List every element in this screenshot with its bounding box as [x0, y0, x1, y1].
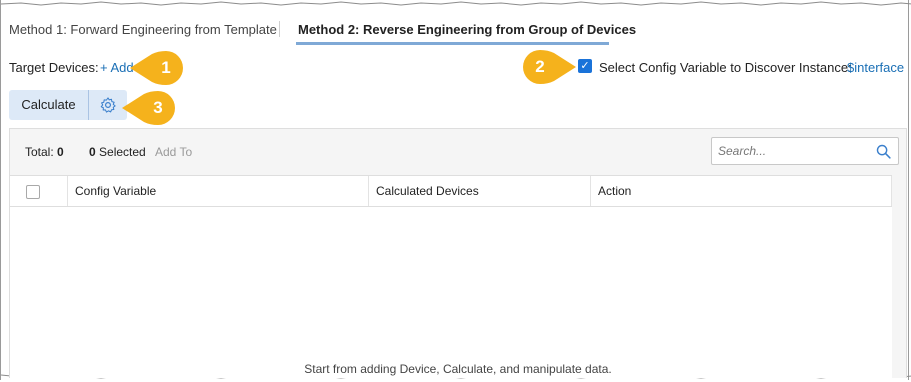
- selected-label: Selected: [99, 145, 146, 159]
- calculate-button-group: Calculate: [9, 90, 127, 120]
- callout-badge-3: 3: [120, 90, 178, 126]
- callout-badge-1: 1: [128, 50, 186, 86]
- active-tab-indicator: [296, 42, 609, 45]
- column-header-action[interactable]: Action: [591, 176, 892, 206]
- gear-icon: [100, 97, 116, 113]
- header-select-cell: [10, 176, 68, 206]
- target-devices-label: Target Devices:: [9, 60, 99, 75]
- callout-number-1: 1: [161, 58, 171, 77]
- results-table: Config Variable Calculated Devices Actio…: [10, 175, 892, 378]
- table-header: Config Variable Calculated Devices Actio…: [10, 176, 892, 207]
- select-all-checkbox[interactable]: [26, 185, 40, 199]
- page-frame: Method 1: Forward Engineering from Templ…: [0, 0, 911, 380]
- empty-table-message: Start from adding Device, Calculate, and…: [304, 362, 612, 376]
- column-header-calculated-devices[interactable]: Calculated Devices: [369, 176, 591, 206]
- table-scrollbar[interactable]: [892, 175, 906, 378]
- total-label: Total:: [25, 145, 54, 159]
- calculate-button[interactable]: Calculate: [9, 90, 89, 120]
- selected-value: 0: [89, 145, 96, 159]
- torn-top-edge: [1, 1, 911, 6]
- selected-count: 0 Selected: [89, 145, 146, 159]
- total-value: 0: [57, 145, 64, 159]
- results-panel: Total: 0 0 Selected Add To Config Variab…: [9, 128, 907, 378]
- add-to-button[interactable]: Add To: [155, 145, 192, 159]
- search-icon[interactable]: [875, 143, 892, 160]
- config-variable-value-link[interactable]: $interface: [847, 60, 904, 75]
- tab-forward-engineering[interactable]: Method 1: Forward Engineering from Templ…: [9, 22, 277, 37]
- tab-reverse-engineering[interactable]: Method 2: Reverse Engineering from Group…: [298, 22, 636, 37]
- column-header-config-variable[interactable]: Config Variable: [68, 176, 369, 206]
- search-box: [711, 137, 899, 165]
- config-variable-checkbox[interactable]: ✓: [578, 59, 592, 73]
- callout-number-2: 2: [535, 57, 545, 76]
- config-variable-label: Select Config Variable to Discover Insta…: [599, 60, 852, 75]
- callout-number-3: 3: [153, 98, 163, 117]
- tab-divider: [279, 21, 280, 37]
- total-count: Total: 0: [25, 145, 64, 159]
- search-input[interactable]: [712, 138, 884, 164]
- callout-badge-2: 2: [520, 49, 578, 85]
